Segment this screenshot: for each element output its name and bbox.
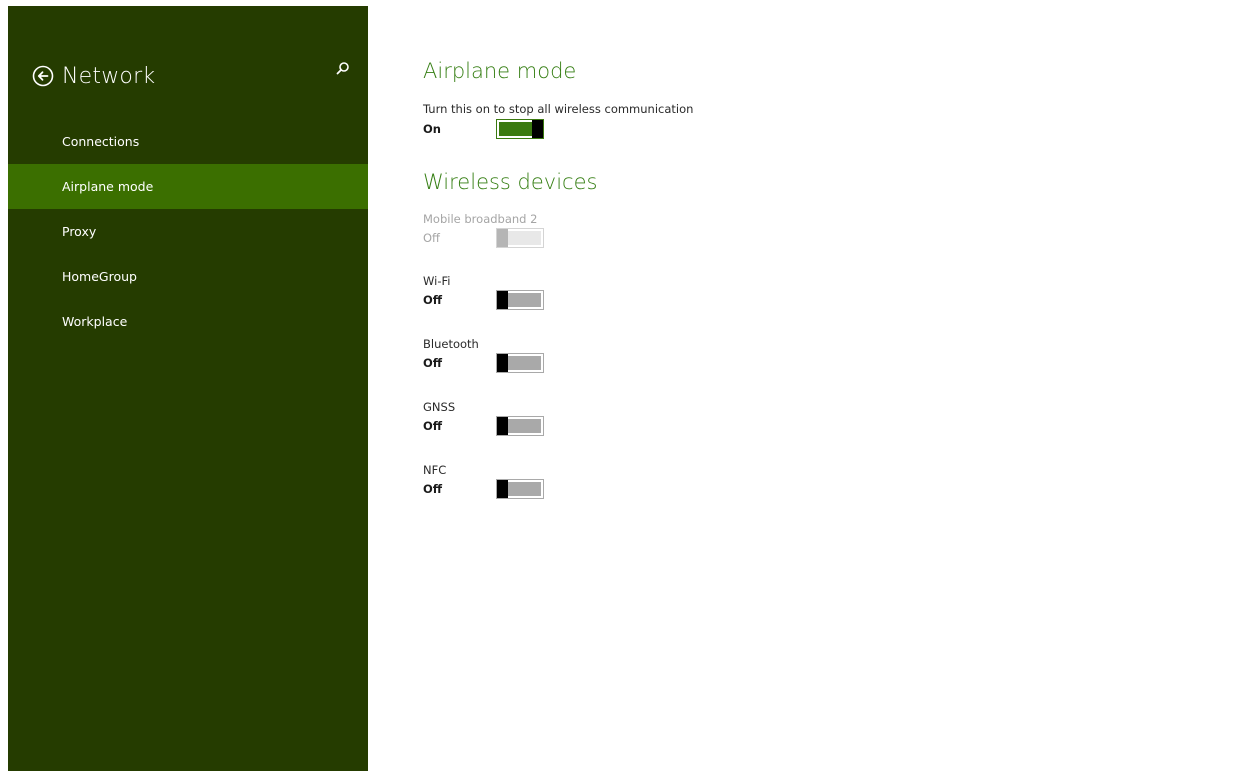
setting-state: Off <box>423 419 443 433</box>
airplane-mode-description: Turn this on to stop all wireless commun… <box>423 102 694 116</box>
setting-state-row: Off <box>423 479 1203 500</box>
search-icon[interactable] <box>334 60 352 78</box>
airplane-mode-toggle[interactable] <box>496 119 544 139</box>
bluetooth-setting: Bluetooth Off <box>423 337 1203 377</box>
toggle-thumb <box>497 291 508 309</box>
bluetooth-toggle[interactable] <box>496 353 544 373</box>
page-title: Network <box>62 63 156 89</box>
setting-label: Bluetooth <box>423 337 479 351</box>
sidebar: Network Connections Airplane mode Proxy … <box>8 6 368 771</box>
back-arrow-icon[interactable] <box>32 65 54 87</box>
airplane-mode-row: On <box>423 119 1203 140</box>
airplane-mode-state: On <box>423 122 441 136</box>
sidebar-item-proxy[interactable]: Proxy <box>8 209 368 254</box>
mobile-broadband-setting: Mobile broadband 2 Off <box>423 212 1203 252</box>
setting-label: NFC <box>423 463 447 477</box>
gnss-setting: GNSS Off <box>423 400 1203 440</box>
gnss-toggle[interactable] <box>496 416 544 436</box>
sidebar-item-connections[interactable]: Connections <box>8 119 368 164</box>
setting-state-row: Off <box>423 228 1203 249</box>
sidebar-item-label: Workplace <box>62 314 128 329</box>
sidebar-item-homegroup[interactable]: HomeGroup <box>8 254 368 299</box>
wifi-toggle[interactable] <box>496 290 544 310</box>
setting-label: Mobile broadband 2 <box>423 212 538 226</box>
setting-state-row: Off <box>423 290 1203 311</box>
sidebar-item-airplane-mode[interactable]: Airplane mode <box>8 164 368 209</box>
setting-state: Off <box>423 293 443 307</box>
sidebar-item-label: Airplane mode <box>62 179 154 194</box>
wifi-setting: Wi-Fi Off <box>423 274 1203 314</box>
mobile-broadband-toggle <box>496 228 544 248</box>
sidebar-item-label: Proxy <box>62 224 97 239</box>
sidebar-item-label: Connections <box>62 134 140 149</box>
sidebar-header: Network <box>32 56 155 96</box>
setting-label: Wi-Fi <box>423 274 451 288</box>
airplane-mode-heading: Airplane mode <box>423 59 577 83</box>
toggle-thumb <box>497 480 508 498</box>
setting-state: Off <box>423 231 440 245</box>
sidebar-nav: Connections Airplane mode Proxy HomeGrou… <box>8 119 368 344</box>
settings-window: Network Connections Airplane mode Proxy … <box>0 0 1235 771</box>
setting-state: Off <box>423 356 443 370</box>
setting-state-row: Off <box>423 416 1203 437</box>
toggle-thumb <box>497 229 508 247</box>
setting-label: GNSS <box>423 400 456 414</box>
setting-state: Off <box>423 482 443 496</box>
setting-state-row: Off <box>423 353 1203 374</box>
sidebar-item-label: HomeGroup <box>62 269 137 284</box>
nfc-toggle[interactable] <box>496 479 544 499</box>
toggle-thumb <box>497 417 508 435</box>
toggle-thumb <box>532 120 543 138</box>
wireless-devices-heading: Wireless devices <box>423 170 598 194</box>
main-content: Airplane mode Turn this on to stop all w… <box>423 55 1203 503</box>
sidebar-item-workplace[interactable]: Workplace <box>8 299 368 344</box>
nfc-setting: NFC Off <box>423 463 1203 503</box>
toggle-thumb <box>497 354 508 372</box>
